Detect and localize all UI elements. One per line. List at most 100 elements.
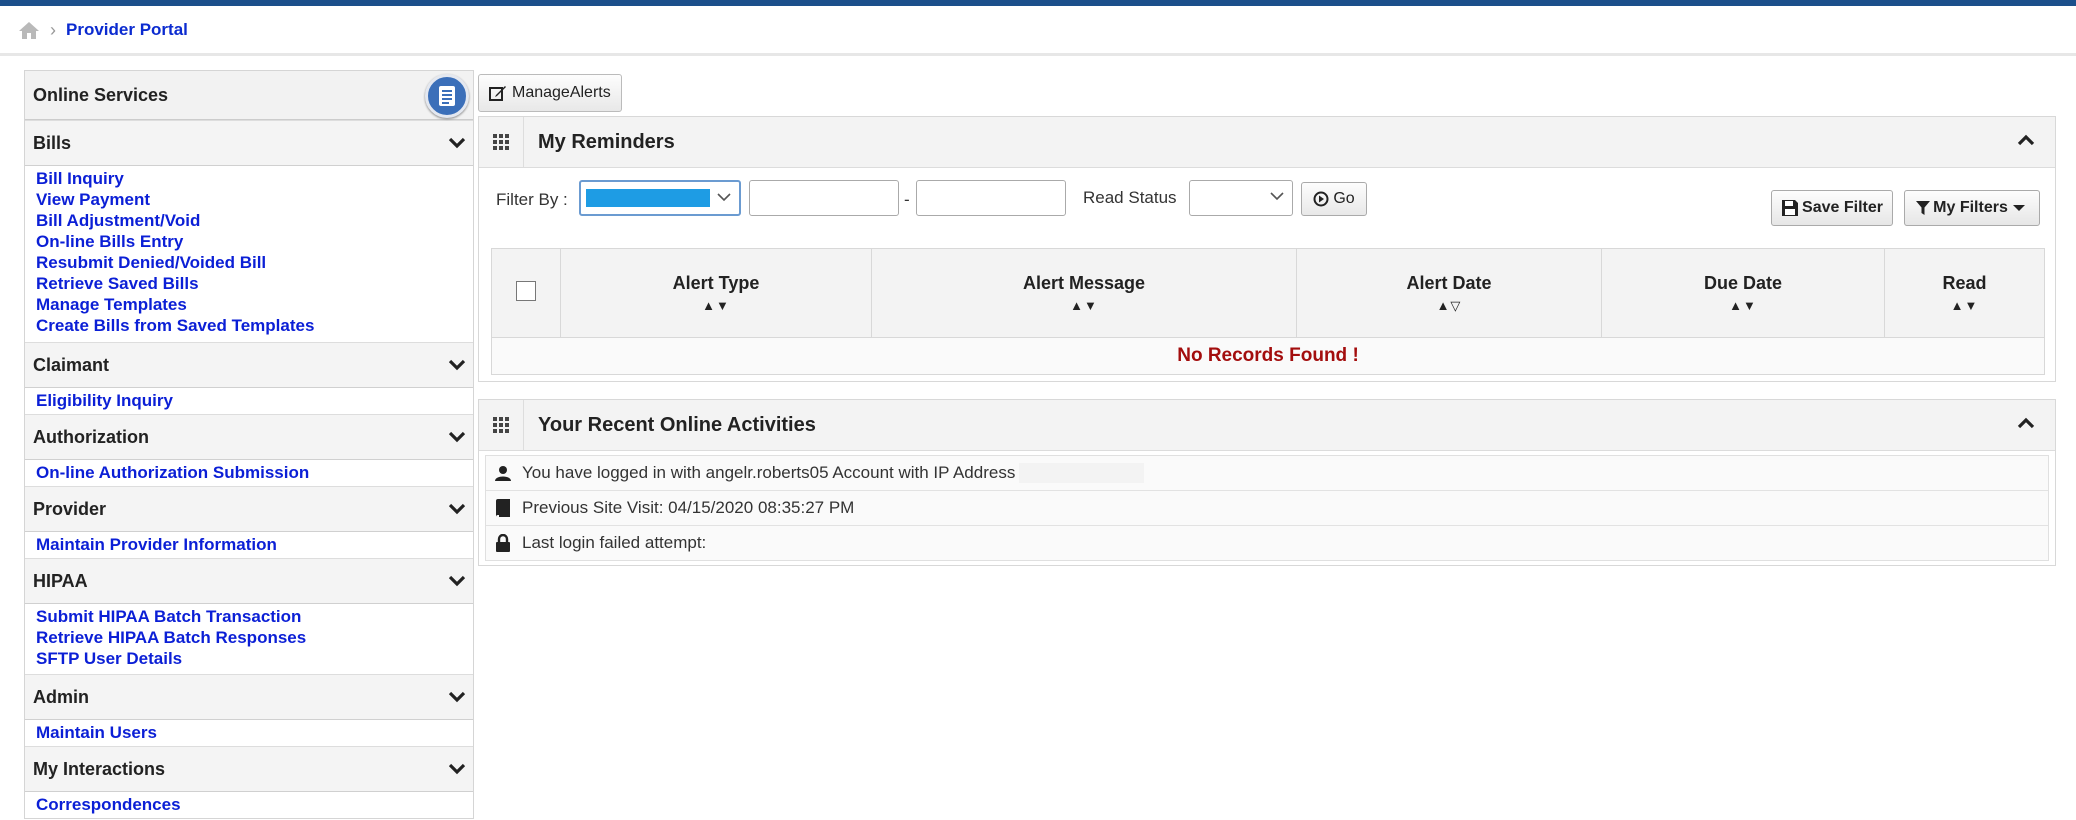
- sidebar-link-bill-inquiry[interactable]: Bill Inquiry: [36, 168, 463, 189]
- sidebar-link-view-payment[interactable]: View Payment: [36, 189, 463, 210]
- column-header-alert-message[interactable]: Alert Message ▲▼: [871, 249, 1297, 338]
- sidebar-link-online-authorization-submission[interactable]: On-line Authorization Submission: [36, 462, 463, 483]
- chevron-up-icon[interactable]: [2017, 416, 2035, 430]
- sidebar-section-provider[interactable]: Provider: [25, 486, 473, 532]
- chevron-down-icon: [449, 575, 465, 587]
- select-all-checkbox[interactable]: [516, 280, 536, 301]
- activity-text: Last login failed attempt:: [522, 533, 707, 552]
- sidebar-title: Online Services: [33, 84, 169, 105]
- sidebar-link-eligibility-inquiry[interactable]: Eligibility Inquiry: [36, 390, 463, 411]
- sidebar-section-bills[interactable]: Bills: [25, 120, 473, 166]
- chevron-down-icon: [449, 359, 465, 371]
- sidebar-link-retrieve-hipaa-responses[interactable]: Retrieve HIPAA Batch Responses: [36, 627, 463, 648]
- edit-icon: [489, 86, 506, 101]
- breadcrumb: › Provider Portal: [0, 6, 2076, 56]
- sidebar-link-maintain-provider-information[interactable]: Maintain Provider Information: [36, 534, 463, 555]
- sort-icon[interactable]: ▲▼: [1886, 298, 2043, 313]
- activity-text: Previous Site Visit: 04/15/2020 08:35:27…: [522, 498, 855, 517]
- lock-icon: [490, 534, 516, 552]
- list-item: You have logged in with angelr.roberts05…: [486, 456, 2048, 491]
- my-filters-label: My Filters: [1933, 199, 2008, 216]
- document-icon[interactable]: [425, 74, 469, 118]
- activity-list: You have logged in with angelr.roberts05…: [485, 455, 2049, 561]
- sidebar-section-label: Provider: [33, 498, 107, 519]
- sidebar-section-authorization[interactable]: Authorization: [25, 414, 473, 460]
- my-filters-dropdown[interactable]: My Filters: [1904, 190, 2040, 226]
- save-filter-label: Save Filter: [1802, 199, 1883, 216]
- my-reminders-panel: My Reminders Filter By : - Read Status G…: [478, 116, 2056, 382]
- home-icon[interactable]: [18, 20, 40, 40]
- filter-to-input[interactable]: [916, 180, 1066, 216]
- chevron-down-icon: [449, 431, 465, 443]
- manage-alerts-button[interactable]: ManageAlerts: [478, 74, 622, 112]
- sidebar-link-manage-templates[interactable]: Manage Templates: [36, 294, 463, 315]
- table-header-row: Alert Type ▲▼ Alert Message ▲▼ Alert Date ▲…: [492, 249, 2044, 338]
- breadcrumb-provider-portal[interactable]: Provider Portal: [66, 20, 188, 40]
- range-dash: -: [904, 190, 910, 209]
- sidebar-link-sftp-user-details[interactable]: SFTP User Details: [36, 648, 463, 669]
- sidebar-section-label: Authorization: [33, 426, 149, 447]
- go-label: Go: [1333, 190, 1355, 207]
- sidebar-header: Online Services: [25, 71, 473, 120]
- sidebar-section-label: My Interactions: [33, 758, 166, 779]
- chevron-down-icon: [449, 763, 465, 775]
- chevron-down-icon: [449, 503, 465, 515]
- recent-activities-header: Your Recent Online Activities: [479, 400, 2055, 451]
- save-filter-button[interactable]: Save Filter: [1771, 190, 1893, 226]
- sidebar-section-my-interactions[interactable]: My Interactions: [25, 746, 473, 792]
- filter-by-select[interactable]: [579, 180, 741, 216]
- sidebar-link-create-bills-from-templates[interactable]: Create Bills from Saved Templates: [36, 315, 463, 336]
- sidebar-link-online-bills-entry[interactable]: On-line Bills Entry: [36, 231, 463, 252]
- sort-icon[interactable]: ▲▼: [873, 298, 1295, 313]
- list-item: Last login failed attempt:: [486, 526, 2048, 560]
- sidebar-section-label: Admin: [33, 686, 89, 707]
- online-services-sidebar: Online Services Bills Bill Inquiry View …: [24, 70, 474, 819]
- manage-alerts-label: ManageAlerts: [512, 84, 611, 101]
- activity-text: You have logged in with angelr.roberts05…: [522, 463, 1016, 482]
- sidebar-link-bill-adjustment-void[interactable]: Bill Adjustment/Void: [36, 210, 463, 231]
- sidebar-link-retrieve-saved-bills[interactable]: Retrieve Saved Bills: [36, 273, 463, 294]
- filter-from-input[interactable]: [749, 180, 899, 216]
- sidebar-section-hipaa[interactable]: HIPAA: [25, 558, 473, 604]
- chevron-down-icon: [1270, 192, 1284, 201]
- ip-address-value: [1019, 463, 1145, 483]
- chevron-down-icon: [717, 193, 731, 202]
- sidebar-link-submit-hipaa-batch[interactable]: Submit HIPAA Batch Transaction: [36, 606, 463, 627]
- caret-down-icon: [2012, 205, 2025, 211]
- column-header-alert-type[interactable]: Alert Type ▲▼: [560, 249, 872, 338]
- sidebar-section-admin[interactable]: Admin: [25, 674, 473, 720]
- grid-icon: [479, 117, 524, 167]
- chevron-down-icon: [449, 137, 465, 149]
- chevron-right-icon: ›: [50, 19, 56, 40]
- grid-icon: [479, 400, 524, 450]
- list-item: Previous Site Visit: 04/15/2020 08:35:27…: [486, 491, 2048, 526]
- sort-icon[interactable]: ▲▽: [1298, 298, 1600, 314]
- sidebar-section-claimant[interactable]: Claimant: [25, 342, 473, 388]
- panel-title: My Reminders: [538, 130, 675, 153]
- sort-icon[interactable]: ▲▼: [1603, 298, 1883, 313]
- selected-option-highlight: [586, 189, 710, 207]
- chevron-up-icon[interactable]: [2017, 133, 2035, 147]
- column-header-alert-date[interactable]: Alert Date ▲▽: [1296, 249, 1602, 338]
- column-header-read[interactable]: Read ▲▼: [1884, 249, 2044, 338]
- column-header-due-date[interactable]: Due Date ▲▼: [1601, 249, 1885, 338]
- select-all-cell: [492, 249, 561, 338]
- filter-row: Filter By : - Read Status Go Save Filter…: [479, 168, 2055, 248]
- document-icon: [490, 499, 516, 517]
- user-icon: [490, 465, 516, 481]
- my-reminders-header: My Reminders: [479, 117, 2055, 168]
- go-button[interactable]: Go: [1301, 182, 1367, 216]
- sidebar-section-label: Claimant: [33, 354, 110, 375]
- sidebar-section-label: Bills: [33, 132, 72, 153]
- sidebar-link-resubmit-denied-bill[interactable]: Resubmit Denied/Voided Bill: [36, 252, 463, 273]
- read-status-label: Read Status: [1083, 188, 1177, 207]
- sort-icon[interactable]: ▲▼: [562, 298, 870, 313]
- play-circle-icon: [1313, 191, 1329, 207]
- table-row: No Records Found !: [492, 337, 2044, 374]
- filter-icon: [1916, 201, 1931, 215]
- sidebar-link-maintain-users[interactable]: Maintain Users: [36, 722, 463, 743]
- sidebar-link-correspondences[interactable]: Correspondences: [36, 794, 463, 815]
- reminders-table: Alert Type ▲▼ Alert Message ▲▼ Alert Date ▲…: [491, 248, 2045, 375]
- recent-activities-panel: Your Recent Online Activities You have l…: [478, 399, 2056, 566]
- read-status-select[interactable]: [1189, 180, 1293, 216]
